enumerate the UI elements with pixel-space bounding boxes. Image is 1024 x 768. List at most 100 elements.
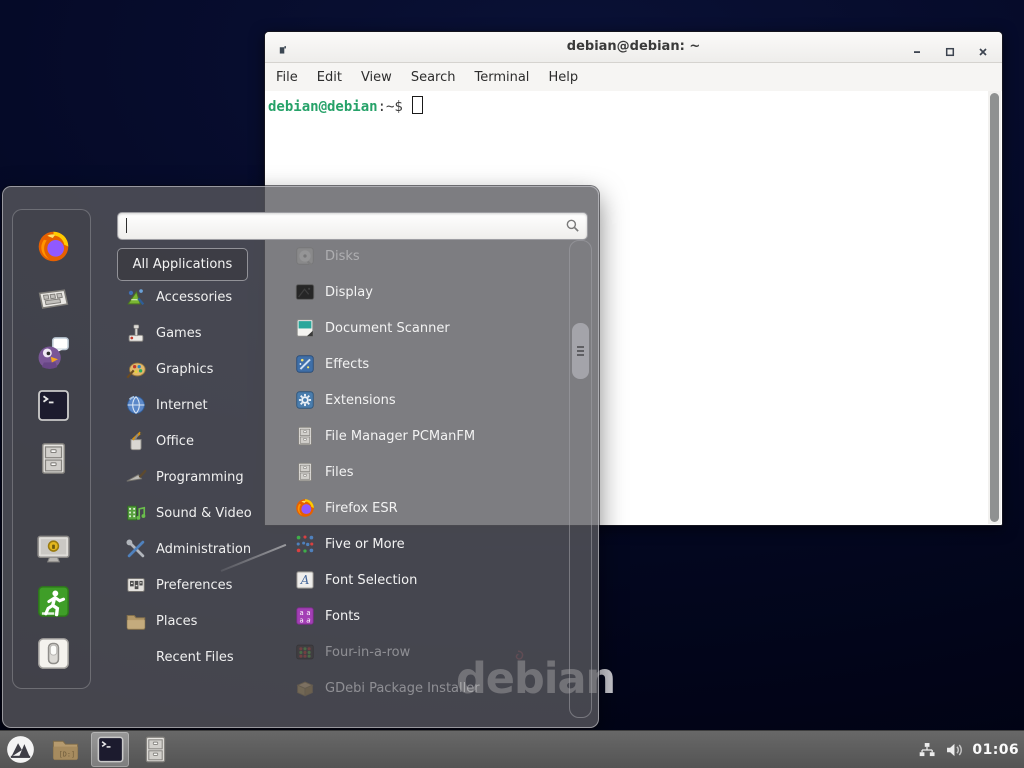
clock[interactable]: 01:06 xyxy=(972,742,1019,758)
preferences-icon xyxy=(125,574,147,596)
menu-search-input[interactable] xyxy=(117,212,588,240)
sound-video-icon xyxy=(125,502,147,524)
app-item-font-selection[interactable]: AFont Selection xyxy=(266,562,566,598)
all-applications-label: All Applications xyxy=(133,257,233,272)
category-item-office[interactable]: Office xyxy=(117,423,282,459)
category-item-games[interactable]: Games xyxy=(117,315,282,351)
taskbar: [D:] 01:06 xyxy=(0,730,1024,768)
log-out-button[interactable] xyxy=(35,583,72,620)
blank xyxy=(125,646,147,668)
scrollbar-grip xyxy=(577,346,584,348)
extensions-icon xyxy=(294,389,316,411)
lock-screen-button[interactable] xyxy=(35,531,72,568)
minimize-button[interactable] xyxy=(912,42,922,52)
app-label: Effects xyxy=(325,357,369,372)
svg-text:a: a xyxy=(300,616,304,624)
app-item-four-in-a-row[interactable]: Four-in-a-row xyxy=(266,634,566,670)
category-item-recent-files[interactable]: Recent Files xyxy=(117,639,282,675)
app-item-effects[interactable]: Effects xyxy=(266,346,566,382)
favorite-launchers xyxy=(23,228,83,477)
app-label: Fonts xyxy=(325,609,360,624)
terminal-titlebar[interactable]: debian@debian: ~ xyxy=(265,32,1002,63)
category-item-sound-video[interactable]: Sound & Video xyxy=(117,495,282,531)
prompt-path: :~$ xyxy=(378,99,403,115)
svg-text:[D:]: [D:] xyxy=(58,750,74,758)
terminal-menu-edit[interactable]: Edit xyxy=(317,70,342,85)
gdebi-icon xyxy=(294,677,316,699)
keyboard-favorite-button[interactable] xyxy=(35,281,72,318)
app-item-display[interactable]: Display xyxy=(266,274,566,310)
menu-scrollbar[interactable] xyxy=(569,240,592,718)
graphics-icon xyxy=(125,358,147,380)
app-item-firefox-esr[interactable]: Firefox ESR xyxy=(266,490,566,526)
app-label: Disks xyxy=(325,249,360,264)
terminal-menu-help[interactable]: Help xyxy=(548,70,578,85)
taskbar-terminal-button[interactable] xyxy=(91,732,129,767)
svg-text:A: A xyxy=(300,573,310,587)
category-item-internet[interactable]: Internet xyxy=(117,387,282,423)
disks-icon xyxy=(294,245,316,267)
desktop: debian debian@debian: ~ FileEditViewSear… xyxy=(0,0,1024,768)
network-icon[interactable] xyxy=(918,741,936,759)
document-scanner-icon xyxy=(294,317,316,339)
terminal-favorite-button[interactable] xyxy=(35,387,72,424)
app-item-file-manager-pcmanfm[interactable]: File Manager PCManFM xyxy=(266,418,566,454)
app-item-gdebi-package-installer[interactable]: GDebi Package Installer xyxy=(266,670,566,706)
terminal-scrollbar-thumb[interactable] xyxy=(990,93,999,522)
accessories-icon xyxy=(125,286,147,308)
app-label: GDebi Package Installer xyxy=(325,681,480,696)
search-icon xyxy=(565,218,580,233)
fonts-icon: aaaa xyxy=(294,605,316,627)
font-selection-icon: A xyxy=(294,569,316,591)
app-item-document-scanner[interactable]: Document Scanner xyxy=(266,310,566,346)
favorites-panel xyxy=(12,209,91,689)
category-item-administration[interactable]: Administration xyxy=(117,531,282,567)
firefox-icon xyxy=(294,497,316,519)
category-item-programming[interactable]: Programming xyxy=(117,459,282,495)
prompt-user-host: debian@debian xyxy=(268,99,378,115)
taskbar-menu-button[interactable] xyxy=(1,732,39,767)
app-item-fonts[interactable]: aaaa Fonts xyxy=(266,598,566,634)
file-manager-favorite-button[interactable] xyxy=(35,440,72,477)
close-button[interactable] xyxy=(978,42,988,52)
terminal-scrollbar[interactable] xyxy=(988,91,1001,524)
category-label: Graphics xyxy=(156,362,213,377)
all-applications-button[interactable]: All Applications xyxy=(117,248,248,281)
app-label: File Manager PCManFM xyxy=(325,429,475,444)
volume-icon[interactable] xyxy=(945,741,963,759)
app-item-five-or-more[interactable]: Five or More xyxy=(266,526,566,562)
taskbar-folder-button[interactable]: [D:] xyxy=(46,732,84,767)
application-list: Disks DisplayDocument Scanner Effects Exten… xyxy=(266,238,566,706)
firefox-favorite-button[interactable] xyxy=(35,228,72,265)
app-item-extensions[interactable]: Extensions xyxy=(266,382,566,418)
terminal-prompt: debian@debian:~$ xyxy=(268,96,423,115)
terminal-menu-view[interactable]: View xyxy=(361,70,392,85)
app-label: Five or More xyxy=(325,537,405,552)
administration-icon xyxy=(125,538,147,560)
application-menu: All Applications AccessoriesGames Graphic… xyxy=(2,186,599,728)
maximize-button[interactable] xyxy=(945,42,955,52)
category-label: Recent Files xyxy=(156,650,234,665)
terminal-menu-search[interactable]: Search xyxy=(411,70,456,85)
category-item-preferences[interactable]: Preferences xyxy=(117,567,282,603)
terminal-menu-terminal[interactable]: Terminal xyxy=(474,70,529,85)
shut-down-button[interactable] xyxy=(35,635,72,672)
places-icon xyxy=(125,610,147,632)
category-label: Sound & Video xyxy=(156,506,252,521)
app-item-disks[interactable]: Disks xyxy=(266,238,566,274)
category-item-places[interactable]: Places xyxy=(117,603,282,639)
internet-icon xyxy=(125,394,147,416)
terminal-menu-file[interactable]: File xyxy=(276,70,298,85)
category-item-accessories[interactable]: Accessories xyxy=(117,279,282,315)
app-item-files[interactable]: Files xyxy=(266,454,566,490)
terminal-title: debian@debian: ~ xyxy=(265,39,1002,54)
category-item-graphics[interactable]: Graphics xyxy=(117,351,282,387)
file-cabinet-icon xyxy=(294,461,316,483)
menu-scrollbar-thumb[interactable] xyxy=(572,323,589,379)
app-label: Four-in-a-row xyxy=(325,645,410,660)
pidgin-favorite-button[interactable] xyxy=(35,334,72,371)
svg-text:a: a xyxy=(306,616,310,624)
taskbar-file-manager-button[interactable] xyxy=(136,732,174,767)
category-label: Places xyxy=(156,614,197,629)
app-label: Files xyxy=(325,465,354,480)
